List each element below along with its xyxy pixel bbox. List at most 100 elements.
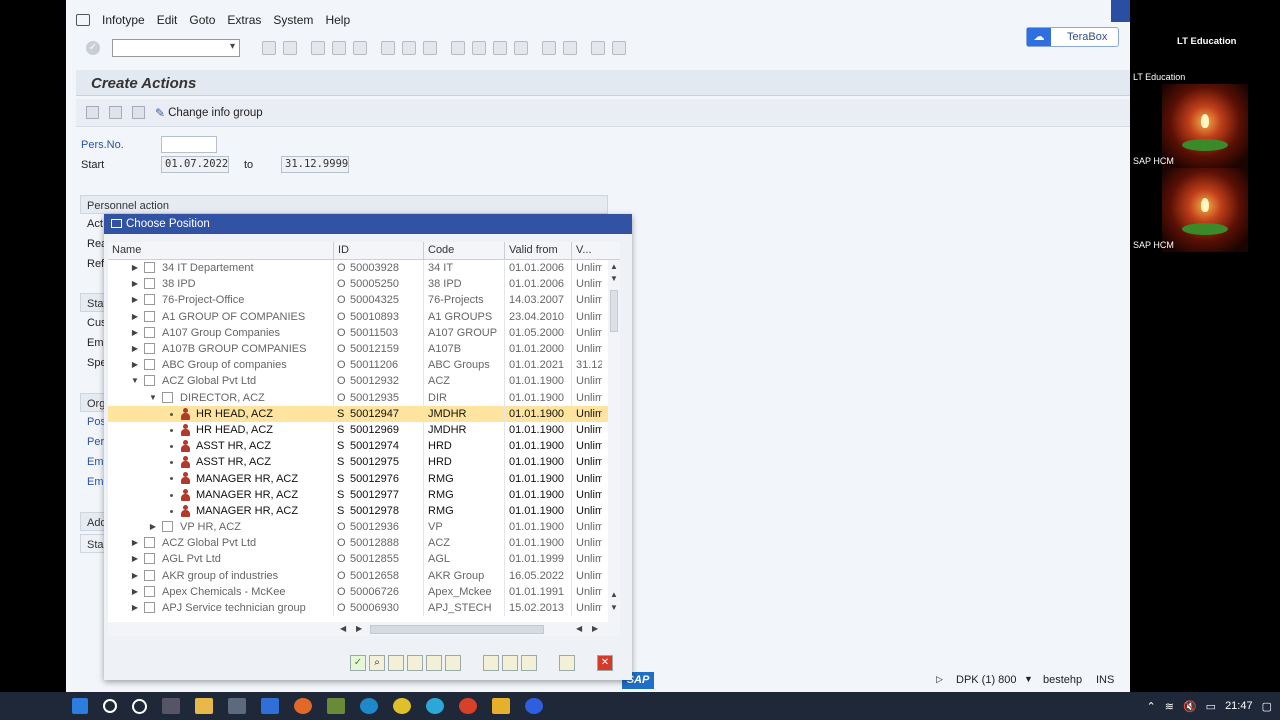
scroll-thumb[interactable] [610,290,618,332]
table-row[interactable]: ASST HR, ACZ S 50012974 HRD 01.01.1900 Un… [108,438,620,455]
prev-page-icon[interactable] [472,41,486,55]
expand-right-icon[interactable]: ▶ [130,571,140,580]
table-row[interactable]: HR HEAD, ACZ S 50012969 JMDHR 01.01.1900 … [108,421,620,439]
execute-info-group-icon[interactable] [86,106,99,119]
menu-infotype[interactable]: Infotype [102,13,145,27]
scroll-left-icon[interactable]: ◀ [340,624,346,633]
settings-icon[interactable] [502,655,518,671]
expand-right-icon[interactable]: ▶ [130,603,140,612]
scroll-up-icon[interactable]: ▲ [610,262,618,271]
table-row[interactable]: ▶ AKR group of industries O 50012658 AKR G… [108,567,620,584]
scroll-right-icon[interactable]: ▶ [356,624,362,633]
table-row[interactable]: ▶ 76-Project-Office O 50004325 76-Projects… [108,292,620,309]
first-page-icon[interactable] [451,41,465,55]
enter-check-icon[interactable]: ✓ [86,41,100,55]
network-icon[interactable]: ≋ [1165,700,1174,713]
collapse-icon[interactable] [407,655,423,671]
expand-right-icon[interactable]: ▶ [130,344,140,353]
edge-dev-icon[interactable] [426,698,444,714]
command-field[interactable] [112,39,240,57]
table-row[interactable]: ▼ DIRECTOR, ACZ O 50012935 DIR 01.01.1900 … [108,389,620,406]
system-menu-icon[interactable] [76,14,90,26]
expand-right-icon[interactable]: ▶ [130,554,140,563]
table-row[interactable]: MANAGER HR, ACZ S 50012976 RMG 01.01.1900… [108,470,620,487]
scroll-down-bottom-icon[interactable]: ▼ [610,603,618,612]
scroll-down-icon[interactable]: ▼ [610,274,618,283]
task-view-icon[interactable] [162,698,180,714]
column-valid-to[interactable]: V... [572,242,608,259]
find-next-icon[interactable] [423,41,437,55]
firefox-icon[interactable] [294,698,312,714]
table-row[interactable]: ASST HR, ACZ S 50012975 HRD 01.01.1900 Un… [108,454,620,471]
expand-down-icon[interactable]: ▼ [148,393,158,402]
shortcut-icon[interactable] [563,41,577,55]
windows-start-icon[interactable] [72,698,88,714]
mail-icon[interactable] [261,698,279,714]
table-row[interactable]: ▶ A1 GROUP OF COMPANIES O 50010893 A1 GROU… [108,308,620,325]
dialog-title-bar[interactable]: Choose Position [104,214,632,234]
table-row[interactable]: MANAGER HR, ACZ S 50012978 RMG 01.01.1900… [108,502,620,519]
column-code[interactable]: Code [424,242,505,259]
columns-icon[interactable] [521,655,537,671]
expand-right-icon[interactable]: ▶ [130,263,140,272]
scroll-right2-icon[interactable]: ▶ [592,624,598,633]
continue-check-icon[interactable]: ✓ [350,655,366,671]
expand-right-icon[interactable]: ▶ [148,522,158,531]
menu-system[interactable]: System [273,13,313,27]
column-name[interactable]: Name [108,242,334,259]
table-row[interactable]: ▼ ACZ Global Pvt Ltd O 50012932 ACZ 01.01.… [108,373,620,390]
chevron-down-icon[interactable]: ▼ [1024,674,1033,684]
overview-icon[interactable] [559,655,575,671]
column-id[interactable]: ID [334,242,424,259]
notification-icon[interactable]: ▢ [1262,700,1272,713]
chevron-up-icon[interactable]: ⌃ [1147,700,1156,713]
cancel-icon[interactable] [353,41,367,55]
save-icon[interactable] [283,41,297,55]
expand-right-icon[interactable]: ▶ [130,279,140,288]
expand-down-icon[interactable]: ▼ [130,376,140,385]
scroll-up-bottom-icon[interactable]: ▲ [610,590,618,599]
table-row[interactable]: ▶ VP HR, ACZ O 50012936 VP 01.01.1900 Unli… [108,519,620,536]
horizontal-scroll-thumb[interactable] [370,625,544,634]
find-icon[interactable] [402,41,416,55]
table-row[interactable]: ▶ ACZ Global Pvt Ltd O 50012888 ACZ 01.01.… [108,535,620,552]
select-block-icon[interactable] [426,655,442,671]
menu-edit[interactable]: Edit [157,13,178,27]
start-date-field[interactable]: 01.07.2022 [161,156,229,173]
table-row[interactable]: ▶ APJ Service technician group O 50006930 … [108,599,620,617]
store-icon[interactable] [228,698,246,714]
recorder-icon[interactable] [459,698,477,714]
chrome-icon[interactable] [393,698,411,714]
grid-vertical-scrollbar[interactable]: ▲ ▼ ▲ ▼ [608,260,620,622]
grid-horizontal-scrollbar[interactable]: ◀ ▶ ◀ ▶ [108,622,620,636]
menu-goto[interactable]: Goto [189,13,215,27]
last-page-icon[interactable] [514,41,528,55]
menu-extras[interactable]: Extras [227,13,261,27]
table-row[interactable]: ▶ 38 IPD O 50005250 38 IPD 01.01.2006 Unli… [108,276,620,293]
new-session-icon[interactable] [542,41,556,55]
table-row[interactable]: ▶ 34 IT Departement O 50003928 34 IT 01.01… [108,260,620,277]
back-nav-icon[interactable] [311,41,325,55]
pers-no-input[interactable] [161,136,217,153]
next-page-icon[interactable] [493,41,507,55]
print-icon[interactable] [381,41,395,55]
scroll-left2-icon[interactable]: ◀ [576,624,582,633]
person-group-icon[interactable] [132,106,145,119]
terabox-button[interactable]: ☁ TeraBox [1026,27,1119,47]
expand-right-icon[interactable]: ▶ [130,360,140,369]
change-info-group-button[interactable]: Change info group [168,107,263,119]
expand-icon[interactable] [388,655,404,671]
search-icon[interactable] [103,699,117,713]
status-play-icon[interactable]: ▷ [936,674,943,685]
expand-right-icon[interactable]: ▶ [130,538,140,547]
system-info[interactable]: DPK (1) 800 [956,674,1017,686]
file-explorer-icon[interactable] [195,698,213,714]
app-icon[interactable] [327,698,345,714]
battery-icon[interactable]: ▭ [1206,700,1216,713]
expand-right-icon[interactable]: ▶ [130,295,140,304]
cancel-close-icon[interactable]: ✕ [597,655,613,671]
expand-right-icon[interactable]: ▶ [130,328,140,337]
meeting-app-icon[interactable] [525,698,543,714]
find-icon[interactable]: ⌕ [369,655,385,671]
layout-icon[interactable] [612,41,626,55]
